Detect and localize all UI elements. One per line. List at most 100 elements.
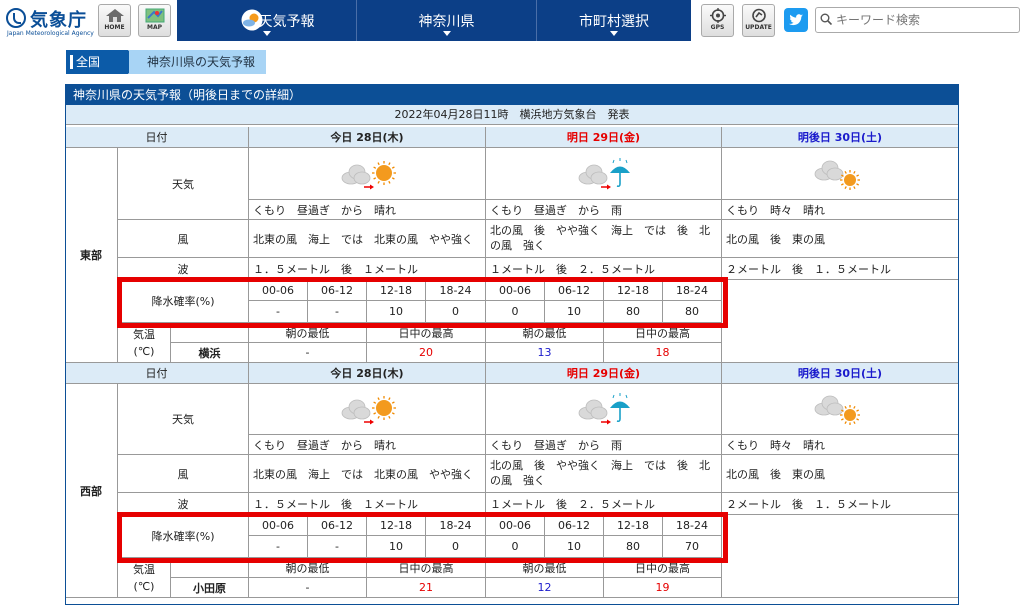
date-header: 日付 — [66, 363, 249, 384]
gps-label: GPS — [710, 24, 725, 31]
weather-icon-cell — [486, 383, 722, 435]
panel-title: 神奈川県の天気予報（明後日までの詳細） — [66, 85, 958, 105]
weather-text-text: くもり 昼過ぎ から 雨 — [490, 203, 622, 217]
issued-info: 2022年04月28日11時 横浜地方気象台 発表 — [66, 105, 958, 125]
temp-value: - — [249, 578, 367, 598]
chevron-down-icon — [610, 31, 618, 36]
temp-value: 13 — [486, 343, 604, 363]
wind-text-line: の風 強く — [490, 474, 545, 487]
weather-icon-cell — [249, 383, 486, 435]
region-name-text: 東部 — [80, 249, 102, 262]
wave-text: ２メートル 後 １．５メートル — [722, 258, 958, 280]
wave-text-text: １メートル 後 ２．５メートル — [490, 497, 655, 511]
temperature-label-line: 気温 — [133, 328, 155, 341]
wind-label: 風 — [118, 220, 249, 258]
wind-text-tomorrow: 北の風 後 やや強く 海上 では 後 北の風 強く — [486, 455, 722, 493]
day-header-today-text: 今日 28日(木) — [330, 367, 404, 380]
wind-text-today: 北東の風 海上 では 北東の風 やや強く — [249, 220, 486, 258]
weather-icon-cell — [722, 148, 958, 200]
main-nav: 天気予報 神奈川県 市町村選択 — [177, 0, 691, 41]
wind-text-today: 北東の風 海上 では 北東の風 やや強く — [249, 455, 486, 493]
weather-text: くもり 昼過ぎ から 雨 — [486, 200, 722, 220]
cloudy-sometimes-sunny-icon — [814, 395, 860, 425]
wave-text: ２メートル 後 １．５メートル — [722, 493, 958, 515]
nav-forecast[interactable]: 天気予報 — [177, 0, 356, 41]
wave-label-text: 波 — [177, 497, 189, 511]
weather-text: くもり 昼過ぎ から 雨 — [486, 435, 722, 455]
logo-subtitle: Japan Meteorological Agency — [7, 30, 94, 37]
weather-text-text: くもり 昼過ぎ から 晴れ — [253, 438, 396, 452]
temp-value: 12 — [486, 578, 604, 598]
search-input[interactable] — [836, 11, 1016, 29]
day-header-today: 今日 28日(木) — [249, 127, 486, 148]
empty-dayafter-cell — [722, 280, 958, 363]
search-box[interactable] — [815, 7, 1020, 33]
region-name: 東部 — [66, 148, 118, 363]
nav-municipality-label: 市町村選択 — [579, 14, 649, 30]
wave-label-text: 波 — [177, 262, 189, 276]
gps-icon — [709, 8, 726, 23]
weather-text-text: くもり 昼過ぎ から 晴れ — [253, 203, 396, 217]
temp-value: 20 — [367, 343, 486, 363]
update-label: UPDATE — [745, 24, 772, 31]
date-header-text: 日付 — [145, 131, 168, 144]
date-header-text: 日付 — [145, 367, 168, 380]
map-label: MAP — [146, 24, 162, 31]
empty-dayafter-cell — [722, 515, 958, 598]
jma-logo-icon — [6, 8, 26, 28]
temp-value: 18 — [604, 343, 722, 363]
pop-highlight-box — [117, 512, 728, 563]
weather-label-text: 天気 — [172, 412, 194, 426]
weather-text-text: くもり 昼過ぎ から 雨 — [490, 438, 622, 452]
weather-label-text: 天気 — [172, 177, 194, 191]
pop-highlight-box — [117, 277, 728, 328]
wind-text-line: 北の風 後 やや強く 海上 では 後 北 — [490, 224, 710, 237]
temperature-label: 気温 (℃) — [118, 323, 171, 363]
temp-value-text: 20 — [419, 346, 433, 359]
map-button[interactable]: MAP — [138, 4, 171, 37]
city-name-text: 小田原 — [193, 581, 226, 595]
breadcrumb-root[interactable]: 全国 — [66, 50, 140, 74]
temp-value-text: 18 — [655, 346, 670, 359]
temperature-label-line: (℃) — [133, 580, 155, 593]
weather-icon-cell — [722, 383, 958, 435]
cloudy-sometimes-sunny-icon — [814, 160, 860, 190]
city-name: 小田原 — [171, 578, 249, 598]
day-header-dayafter: 明後日 30日(土) — [722, 127, 958, 148]
day-header-today-text: 今日 28日(木) — [330, 131, 404, 144]
weather-label: 天気 — [118, 148, 249, 220]
day-header-tomorrow-text: 明日 29日(金) — [566, 131, 641, 144]
chevron-down-icon — [442, 31, 451, 36]
wind-text-line: 北の風 後 やや強く 海上 では 後 北 — [490, 459, 710, 472]
temp-value-text: 13 — [537, 346, 552, 359]
region-name-text: 西部 — [80, 484, 102, 498]
search-icon — [820, 13, 832, 25]
temperature-label-line: (℃) — [133, 345, 155, 358]
wind-text-today-text: 北東の風 海上 では 北東の風 やや強く — [253, 467, 473, 481]
cloudy-then-rain-icon — [578, 392, 630, 424]
temp-value-text: 12 — [537, 581, 552, 594]
wind-label-text: 風 — [177, 232, 189, 246]
day-header-tomorrow: 明日 29日(金) — [486, 127, 722, 148]
temperature-label-line: 気温 — [133, 563, 155, 576]
temp-value: 21 — [367, 578, 486, 598]
wave-text-text: １．５メートル 後 １メートル — [253, 497, 418, 511]
weather-label: 天気 — [118, 383, 249, 455]
update-button[interactable]: UPDATE — [742, 4, 775, 37]
twitter-button[interactable] — [784, 8, 808, 32]
weather-text: くもり 昼過ぎ から 晴れ — [249, 435, 486, 455]
wind-label-text: 風 — [177, 467, 189, 481]
home-button[interactable]: HOME — [98, 4, 131, 37]
weather-icon-cell — [249, 148, 486, 200]
nav-municipality[interactable]: 市町村選択 — [536, 0, 691, 41]
wind-label: 風 — [118, 455, 249, 493]
gps-button[interactable]: GPS — [701, 4, 734, 37]
nav-prefecture[interactable]: 神奈川県 — [356, 0, 536, 41]
cloudy-then-sunny-icon — [341, 395, 396, 424]
jma-logo[interactable]: 気象庁 Japan Meteorological Agency — [6, 6, 94, 37]
logo-title: 気象庁 — [30, 10, 87, 31]
wind-text-line: の風 強く — [490, 239, 545, 252]
weather-text-text: くもり 時々 晴れ — [726, 438, 825, 452]
map-icon — [145, 8, 164, 23]
temp-value-text: - — [305, 346, 310, 359]
